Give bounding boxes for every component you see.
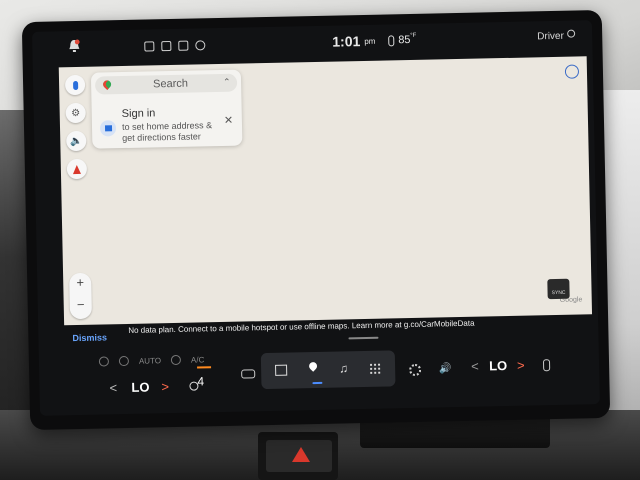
clock-ampm: pm	[364, 36, 376, 46]
right-temp-value: LO	[488, 358, 508, 374]
search-bar[interactable]: Search ⌃	[94, 73, 238, 95]
driver-profile-icon[interactable]	[567, 29, 576, 38]
thermometer-icon	[388, 35, 395, 47]
auto-label[interactable]: AUTO	[139, 356, 161, 365]
driver-profile-label[interactable]: Driver	[537, 31, 564, 43]
music-icon[interactable]: ♫	[339, 361, 348, 375]
left-temp-up-button[interactable]: >	[161, 379, 169, 394]
account-icon[interactable]	[564, 64, 580, 79]
zoom-control: + −	[69, 272, 93, 320]
search-card: Search ⌃ Sign in to set home address & g…	[90, 69, 243, 149]
infotainment-screen: 1:01 pm 85 °F Driver ⚙ 🔈 Search ⌃ Sign i…	[31, 20, 600, 416]
left-temp-down-button[interactable]: <	[109, 380, 117, 395]
bluetooth-icon	[161, 40, 172, 52]
signin-description: to set home address & get directions fas…	[121, 120, 213, 144]
right-temp-down-button[interactable]: <	[471, 359, 479, 374]
fan-speed-value[interactable]: 4	[197, 374, 204, 388]
dismiss-button[interactable]: Dismiss	[72, 332, 107, 343]
notification-bell-icon[interactable]	[68, 39, 80, 53]
status-ring-icon	[195, 40, 206, 51]
defrost-front-icon[interactable]	[118, 355, 130, 367]
infotainment-bezel: 1:01 pm 85 °F Driver ⚙ 🔈 Search ⌃ Sign i…	[21, 9, 611, 431]
car-icon[interactable]	[241, 369, 256, 379]
home-badge	[99, 120, 117, 137]
navigation-icon[interactable]	[307, 360, 319, 372]
speaker-icon: 🔈	[69, 135, 83, 147]
search-label: Search	[152, 77, 189, 91]
ac-label[interactable]: A/C	[191, 355, 205, 364]
drag-handle[interactable]	[348, 336, 379, 340]
bottom-bar: AUTO A/C < LO > 4 ♫ 🔊 < LO >	[39, 338, 600, 416]
climate-modes: AUTO A/C	[98, 354, 205, 367]
message-icon	[144, 41, 155, 52]
hazard-icon	[292, 447, 310, 462]
outside-temperature: 85	[398, 33, 411, 47]
voice-button[interactable]	[64, 74, 86, 96]
zoom-in-button[interactable]: +	[69, 275, 91, 290]
status-icons	[144, 40, 206, 52]
map-toolbar: ⚙ 🔈	[64, 74, 88, 180]
app-dock: ♫	[260, 350, 396, 390]
active-indicator	[312, 381, 323, 385]
temperature-unit: °F	[410, 32, 417, 39]
google-maps-icon	[101, 78, 113, 91]
home-icon[interactable]	[275, 364, 288, 376]
close-icon[interactable]: ✕	[224, 114, 233, 127]
defrost-rear-icon[interactable]	[98, 356, 110, 367]
fan-level-indicator	[197, 366, 212, 369]
sync-button[interactable]: SYNC	[547, 278, 570, 300]
settings-gear-icon[interactable]	[409, 363, 422, 377]
gear-icon: ⚙	[71, 107, 81, 119]
compass-icon	[72, 164, 81, 174]
chevron-up-icon[interactable]: ⌃	[223, 77, 231, 88]
zoom-out-button[interactable]: −	[70, 297, 92, 312]
app-grid-icon[interactable]	[369, 362, 382, 375]
map-settings-button[interactable]: ⚙	[65, 102, 86, 124]
phone-icon	[178, 40, 189, 51]
seat-heat-icon[interactable]	[542, 359, 551, 372]
recirculate-icon[interactable]	[170, 354, 182, 366]
map-sound-button[interactable]: 🔈	[66, 130, 87, 152]
left-temp-value: LO	[131, 379, 150, 395]
clock-time: 1:01	[332, 33, 361, 50]
compass-button[interactable]	[66, 158, 88, 180]
volume-icon[interactable]: 🔊	[439, 363, 452, 374]
map-view[interactable]: ⚙ 🔈 Search ⌃ Sign in to set home address…	[58, 56, 593, 326]
right-temp-up-button[interactable]: >	[517, 358, 525, 373]
home-icon	[104, 125, 112, 132]
microphone-icon	[72, 80, 78, 90]
signin-title[interactable]: Sign in	[122, 107, 156, 120]
